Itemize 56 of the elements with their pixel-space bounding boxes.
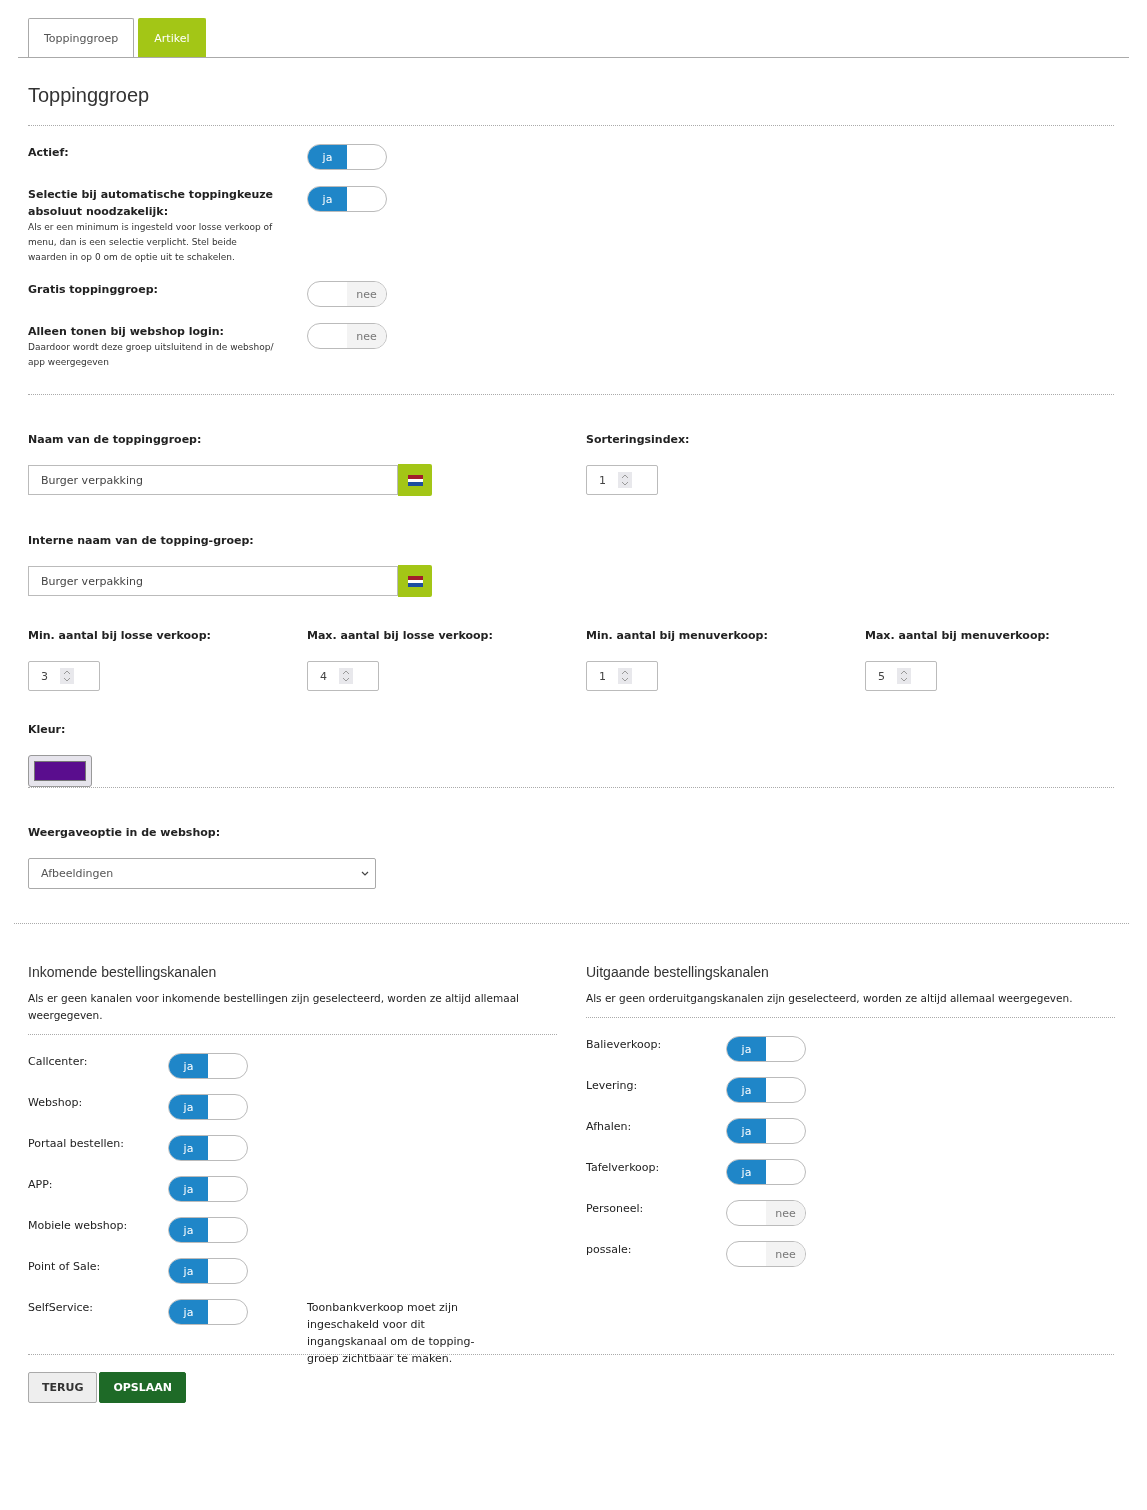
number-field[interactable]: 1	[586, 465, 658, 495]
channel-label: Webshop:	[28, 1095, 84, 1111]
channel-label: Callcenter:	[28, 1054, 89, 1070]
channel-label: SelfService:	[28, 1300, 95, 1316]
channel-label: Portaal bestellen:	[28, 1136, 125, 1152]
field-label: Interne naam van de topping-groep:	[28, 533, 255, 549]
chevron-down-icon	[361, 871, 369, 876]
dropdown[interactable]: Afbeeldingen	[28, 858, 376, 889]
channel-label: Balieverkoop:	[586, 1037, 663, 1053]
field-label: Weergaveoptie in de webshop:	[28, 825, 222, 841]
channel-label: Mobiele webshop:	[28, 1218, 129, 1234]
stepper-icon	[60, 668, 74, 684]
back-button[interactable]: TERUG	[28, 1372, 98, 1403]
field-label: Naam van de toppinggroep:	[28, 432, 203, 448]
field-label: Kleur:	[28, 722, 67, 738]
field-label: Selectie bij automatische toppingkeuze absoluut noodzakelijk:	[28, 187, 275, 220]
field-label: Max. aantal bij menuverkoop:	[865, 628, 1051, 644]
tab[interactable]: Toppinggroep	[28, 18, 135, 57]
text-field[interactable]: Burger verpakking	[28, 566, 398, 596]
field-label: Alleen tonen bij webshop login:	[28, 324, 225, 340]
language-button[interactable]	[398, 565, 432, 597]
channel-label: Personeel:	[586, 1201, 645, 1217]
stepper-icon	[618, 668, 632, 684]
stepper-icon	[897, 668, 911, 684]
channel-label: Tafelverkoop:	[586, 1160, 661, 1176]
number-field[interactable]: 3	[28, 661, 100, 691]
channel-label: possale:	[586, 1242, 633, 1258]
color-picker[interactable]	[28, 755, 92, 787]
section-heading: Inkomende bestellingskanalen	[28, 964, 218, 980]
section-description: Als er geen kanalen voor inkomende bestellingen zijn geselecteerd, worden ze altijd allemaal weergegeven.	[28, 991, 520, 1023]
field-label: Min. aantal bij losse verkoop:	[28, 628, 212, 644]
field-label: Sorteringsindex:	[586, 432, 691, 448]
field-label: Gratis toppinggroep:	[28, 282, 159, 298]
stepper-icon	[339, 668, 353, 684]
channel-label: Levering:	[586, 1078, 639, 1094]
field-label: Actief:	[28, 145, 70, 161]
field-label: Max. aantal bij losse verkoop:	[307, 628, 494, 644]
channel-note: Toonbankverkoop moet zijn ingeschakeld voor dit ingangskanaal om de topping-groep zichtbaar te maken.	[307, 1300, 476, 1367]
flag-icon	[407, 474, 423, 486]
number-field[interactable]: 4	[307, 661, 379, 691]
field-label: Min. aantal bij menuverkoop:	[586, 628, 769, 644]
section-description: Als er geen orderuitgangskanalen zijn geselecteerd, worden ze altijd allemaal weergegeven.	[586, 991, 1074, 1006]
channel-label: APP:	[28, 1177, 54, 1193]
text-field[interactable]: Burger verpakking	[28, 465, 398, 495]
number-field[interactable]: 1	[586, 661, 658, 691]
flag-icon	[407, 575, 423, 587]
field-description: Daardoor wordt deze groep uitsluitend in de webshop/ app weergegeven	[28, 341, 275, 369]
stepper-icon	[618, 472, 632, 488]
channel-label: Point of Sale:	[28, 1259, 102, 1275]
number-field[interactable]: 5	[865, 661, 937, 691]
channel-label: Afhalen:	[586, 1119, 633, 1135]
section-heading: Uitgaande bestellingskanalen	[586, 964, 770, 980]
save-button[interactable]: OPSLAAN	[99, 1372, 187, 1403]
section-heading: Toppinggroep	[28, 84, 151, 107]
field-description: Als er een minimum is ingesteld voor losse verkoop of menu, dan is een selectie verplicht. Stel beide waarden in op 0 om de optie uit te schakelen.	[28, 221, 274, 264]
language-button[interactable]	[398, 464, 432, 496]
